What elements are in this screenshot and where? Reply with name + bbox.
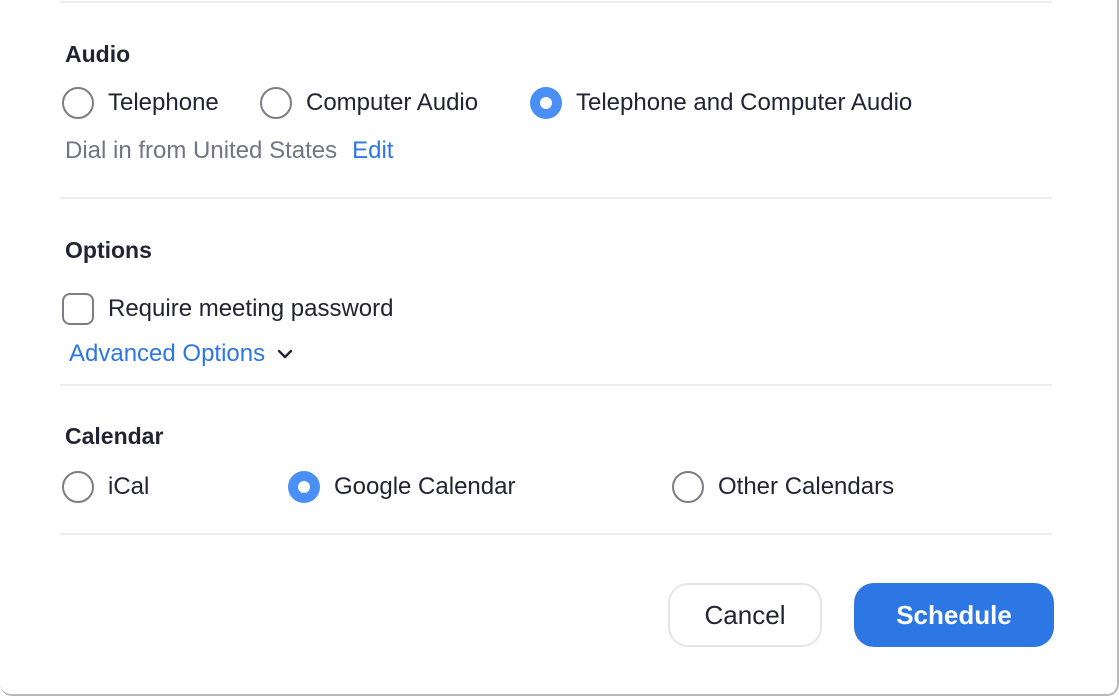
dial-in-info: Dial in from United States Edit <box>65 137 393 165</box>
audio-option-telephone[interactable]: Telephone <box>62 86 219 120</box>
edit-dial-in-link[interactable]: Edit <box>352 137 393 165</box>
radio-button-selected-icon[interactable] <box>288 471 320 503</box>
separator <box>60 197 1052 199</box>
calendar-option-label: iCal <box>108 473 150 500</box>
audio-option-label: Telephone and Computer Audio <box>576 89 913 116</box>
separator <box>60 384 1052 386</box>
advanced-options-toggle[interactable]: Advanced Options <box>69 340 293 368</box>
calendar-option-label: Other Calendars <box>718 473 895 500</box>
schedule-button[interactable]: Schedule <box>854 583 1054 647</box>
calendar-option-ical[interactable]: iCal <box>62 470 149 504</box>
chevron-down-icon[interactable] <box>277 346 293 362</box>
radio-button-icon[interactable] <box>62 87 94 119</box>
audio-option-telephone-and-computer-audio[interactable]: Telephone and Computer Audio <box>530 86 912 120</box>
audio-option-label: Telephone <box>108 89 219 116</box>
calendar-section-title: Calendar <box>65 423 164 449</box>
cancel-button[interactable]: Cancel <box>668 583 822 647</box>
radio-button-icon[interactable] <box>672 471 704 503</box>
advanced-options-label[interactable]: Advanced Options <box>69 340 265 368</box>
dial-in-text: Dial in from United States <box>65 137 338 164</box>
audio-option-computer-audio[interactable]: Computer Audio <box>260 86 478 120</box>
radio-button-selected-icon[interactable] <box>530 87 562 119</box>
calendar-option-google-calendar[interactable]: Google Calendar <box>288 470 515 504</box>
require-password-label: Require meeting password <box>108 295 394 322</box>
require-password-checkbox-row[interactable]: Require meeting password <box>62 292 393 326</box>
options-section-title: Options <box>65 237 152 263</box>
calendar-option-label: Google Calendar <box>334 473 516 500</box>
separator <box>60 1 1052 3</box>
radio-button-icon[interactable] <box>260 87 292 119</box>
audio-option-label: Computer Audio <box>306 89 479 116</box>
require-password-checkbox[interactable] <box>62 293 94 325</box>
radio-button-icon[interactable] <box>62 471 94 503</box>
audio-section-title: Audio <box>65 41 131 67</box>
schedule-meeting-window: Audio Telephone Computer Audio Telephone… <box>0 0 1119 696</box>
calendar-option-other-calendars[interactable]: Other Calendars <box>672 470 894 504</box>
separator <box>60 533 1052 535</box>
